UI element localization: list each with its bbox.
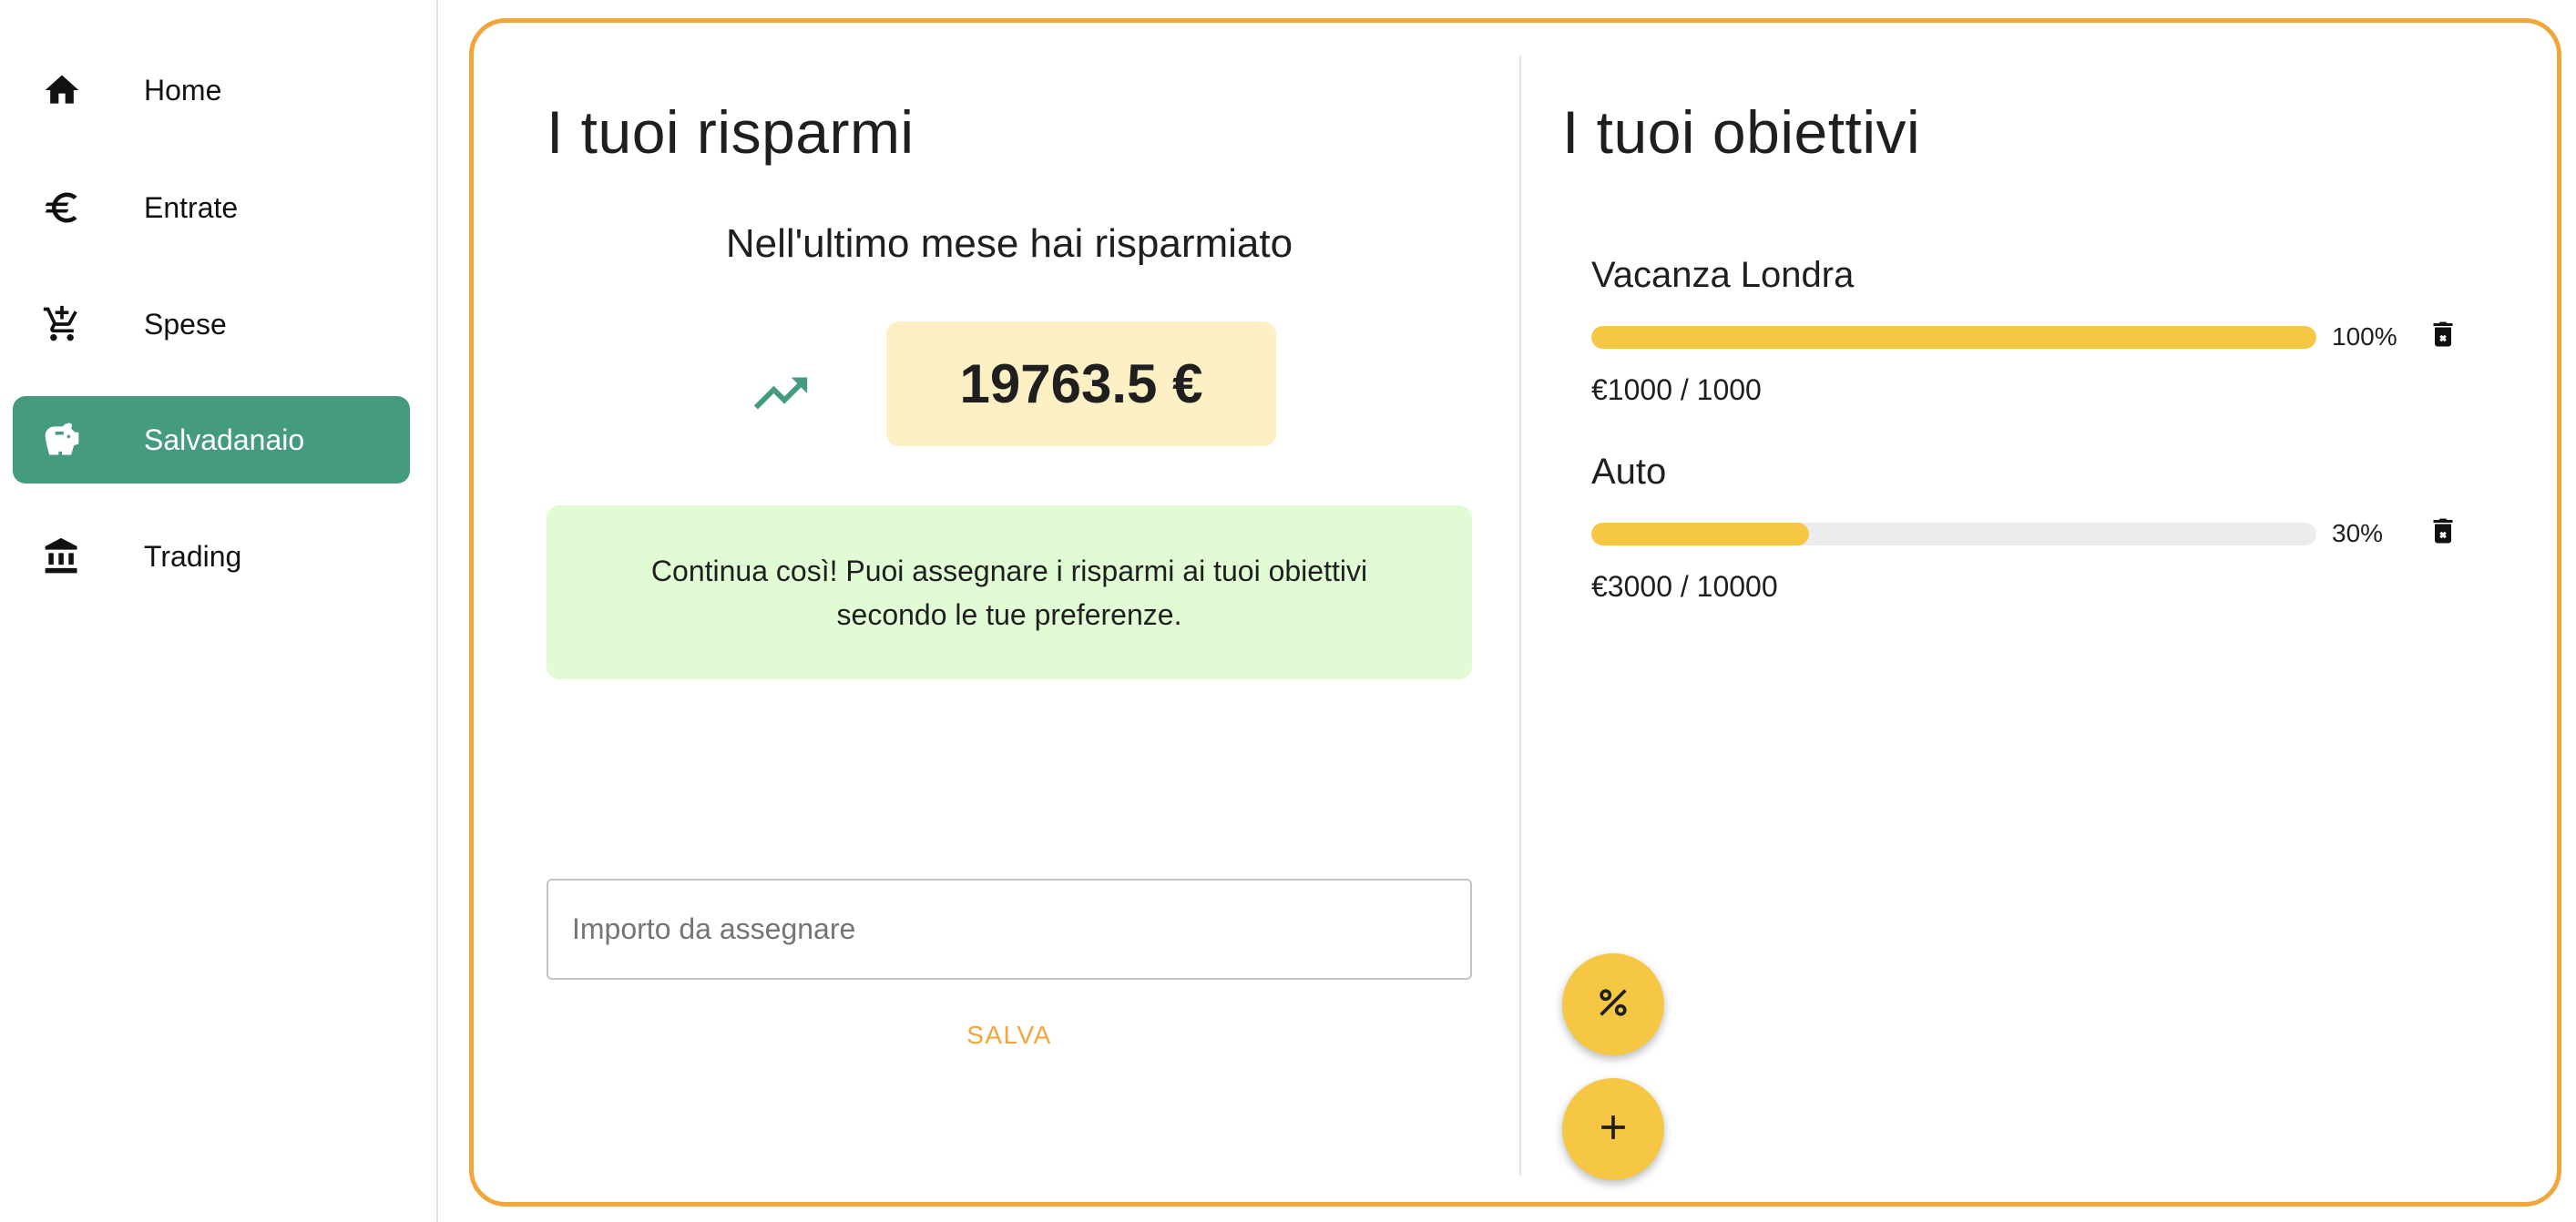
savings-card: I tuoi risparmi Nell'ultimo mese hai ris…: [469, 18, 2561, 1207]
amount-input[interactable]: [547, 879, 1472, 980]
sidebar-item-label: Entrate: [144, 190, 239, 224]
percent-fab-button[interactable]: [1562, 953, 1664, 1055]
goal-amount: €1000 / 1000: [1591, 373, 1762, 406]
sidebar-item-salvadanaio[interactable]: Salvadanaio: [13, 396, 410, 484]
percent-icon: [1593, 983, 1633, 1027]
delete-goal-icon[interactable]: [2427, 512, 2459, 550]
goal-progress-bar: [1591, 523, 2316, 545]
sidebar-item-label: Spese: [144, 307, 227, 341]
delete-goal-icon[interactable]: [2427, 315, 2459, 353]
sidebar-item-spese[interactable]: Spese: [13, 280, 410, 368]
goal-amount: €3000 / 10000: [1591, 570, 1778, 603]
sidebar-item-label: Home: [144, 73, 222, 107]
goal-progress-fill: [1591, 326, 2316, 349]
sidebar-item-trading[interactable]: Trading: [13, 513, 410, 600]
savings-title: I tuoi risparmi: [547, 98, 915, 166]
goal-percent: 100%: [2332, 322, 2397, 351]
goal-name: Auto: [1591, 452, 1667, 492]
sidebar-item-label: Trading: [144, 539, 242, 573]
home-icon: [42, 70, 82, 110]
savings-subtitle: Nell'ultimo mese hai risparmiato: [725, 221, 1293, 266]
savings-amount: 19763.5 €: [886, 321, 1276, 446]
save-button[interactable]: SALVA: [918, 1008, 1100, 1063]
sidebar: Home Entrate Spese Salvadanaio Trading: [0, 0, 438, 1222]
euro-icon: [42, 188, 82, 228]
sidebar-item-entrate[interactable]: Entrate: [13, 164, 410, 251]
add-goal-fab-button[interactable]: [1562, 1078, 1664, 1180]
plus-icon: [1593, 1107, 1633, 1152]
trending-up-icon: [749, 362, 813, 425]
savings-message: Continua così! Puoi assegnare i risparmi…: [547, 505, 1472, 679]
sidebar-item-label: Salvadanaio: [144, 423, 305, 456]
bank-icon: [42, 536, 82, 576]
goal-progress-fill: [1591, 523, 1809, 545]
goal-percent: 30%: [2332, 519, 2384, 547]
add-cart-icon: [42, 304, 82, 344]
piggy-bank-icon: [42, 420, 82, 460]
goal-progress-bar: [1591, 326, 2316, 349]
sidebar-item-home[interactable]: Home: [13, 46, 410, 134]
goals-title: I tuoi obiettivi: [1562, 98, 1921, 166]
panel-divider: [1519, 56, 1521, 1176]
goal-name: Vacanza Londra: [1591, 255, 1855, 295]
